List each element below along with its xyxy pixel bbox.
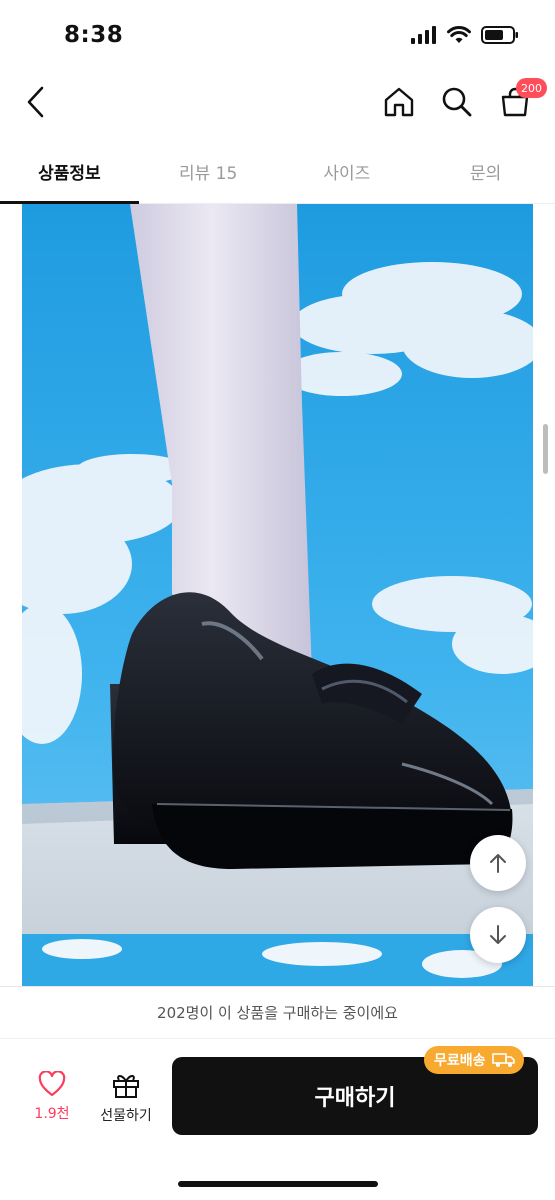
back-button[interactable]: [18, 80, 54, 124]
search-icon: [442, 87, 472, 117]
tab-size[interactable]: 사이즈: [278, 140, 417, 203]
like-button[interactable]: 1.9천: [22, 1071, 82, 1123]
status-bar: 8:38: [0, 0, 555, 72]
status-icons: [411, 26, 519, 44]
tab-reviews[interactable]: 리뷰 15: [139, 140, 278, 203]
scroll-up-button[interactable]: [470, 835, 526, 891]
like-count: 1.9천: [34, 1106, 70, 1122]
scroll-down-button[interactable]: [470, 907, 526, 963]
home-button[interactable]: [381, 80, 417, 124]
search-button[interactable]: [439, 80, 475, 124]
tab-inquiry[interactable]: 문의: [416, 140, 555, 203]
heart-icon: [38, 1071, 66, 1097]
gift-label: 선물하기: [100, 1108, 152, 1124]
arrow-down-icon: [490, 925, 506, 944]
purchase-notice: 202명이 이 상품을 구매하는 중이에요: [0, 986, 555, 1038]
gift-button[interactable]: 선물하기: [92, 1071, 160, 1125]
truck-icon: [491, 1053, 515, 1067]
product-image: [22, 204, 533, 986]
free-shipping-tag: 무료배송: [424, 1046, 524, 1074]
cart-button[interactable]: 200: [497, 78, 547, 124]
free-shipping-label: 무료배송: [434, 1053, 486, 1069]
top-navigation: 200: [0, 72, 555, 132]
status-time: 8:38: [64, 22, 124, 48]
tab-product-info[interactable]: 상품정보: [0, 140, 139, 204]
home-icon: [384, 87, 414, 117]
gift-icon: [113, 1075, 139, 1098]
battery-icon: [481, 26, 518, 44]
signal-icon: [411, 26, 436, 44]
wifi-icon: [447, 26, 471, 43]
arrow-up-icon: [490, 854, 506, 873]
scrollbar[interactable]: [543, 424, 548, 474]
home-indicator: [178, 1181, 378, 1187]
tab-bar: 상품정보 리뷰 15 사이즈 문의: [0, 140, 555, 204]
cart-badge: 200: [516, 78, 547, 98]
back-icon: [27, 86, 44, 118]
